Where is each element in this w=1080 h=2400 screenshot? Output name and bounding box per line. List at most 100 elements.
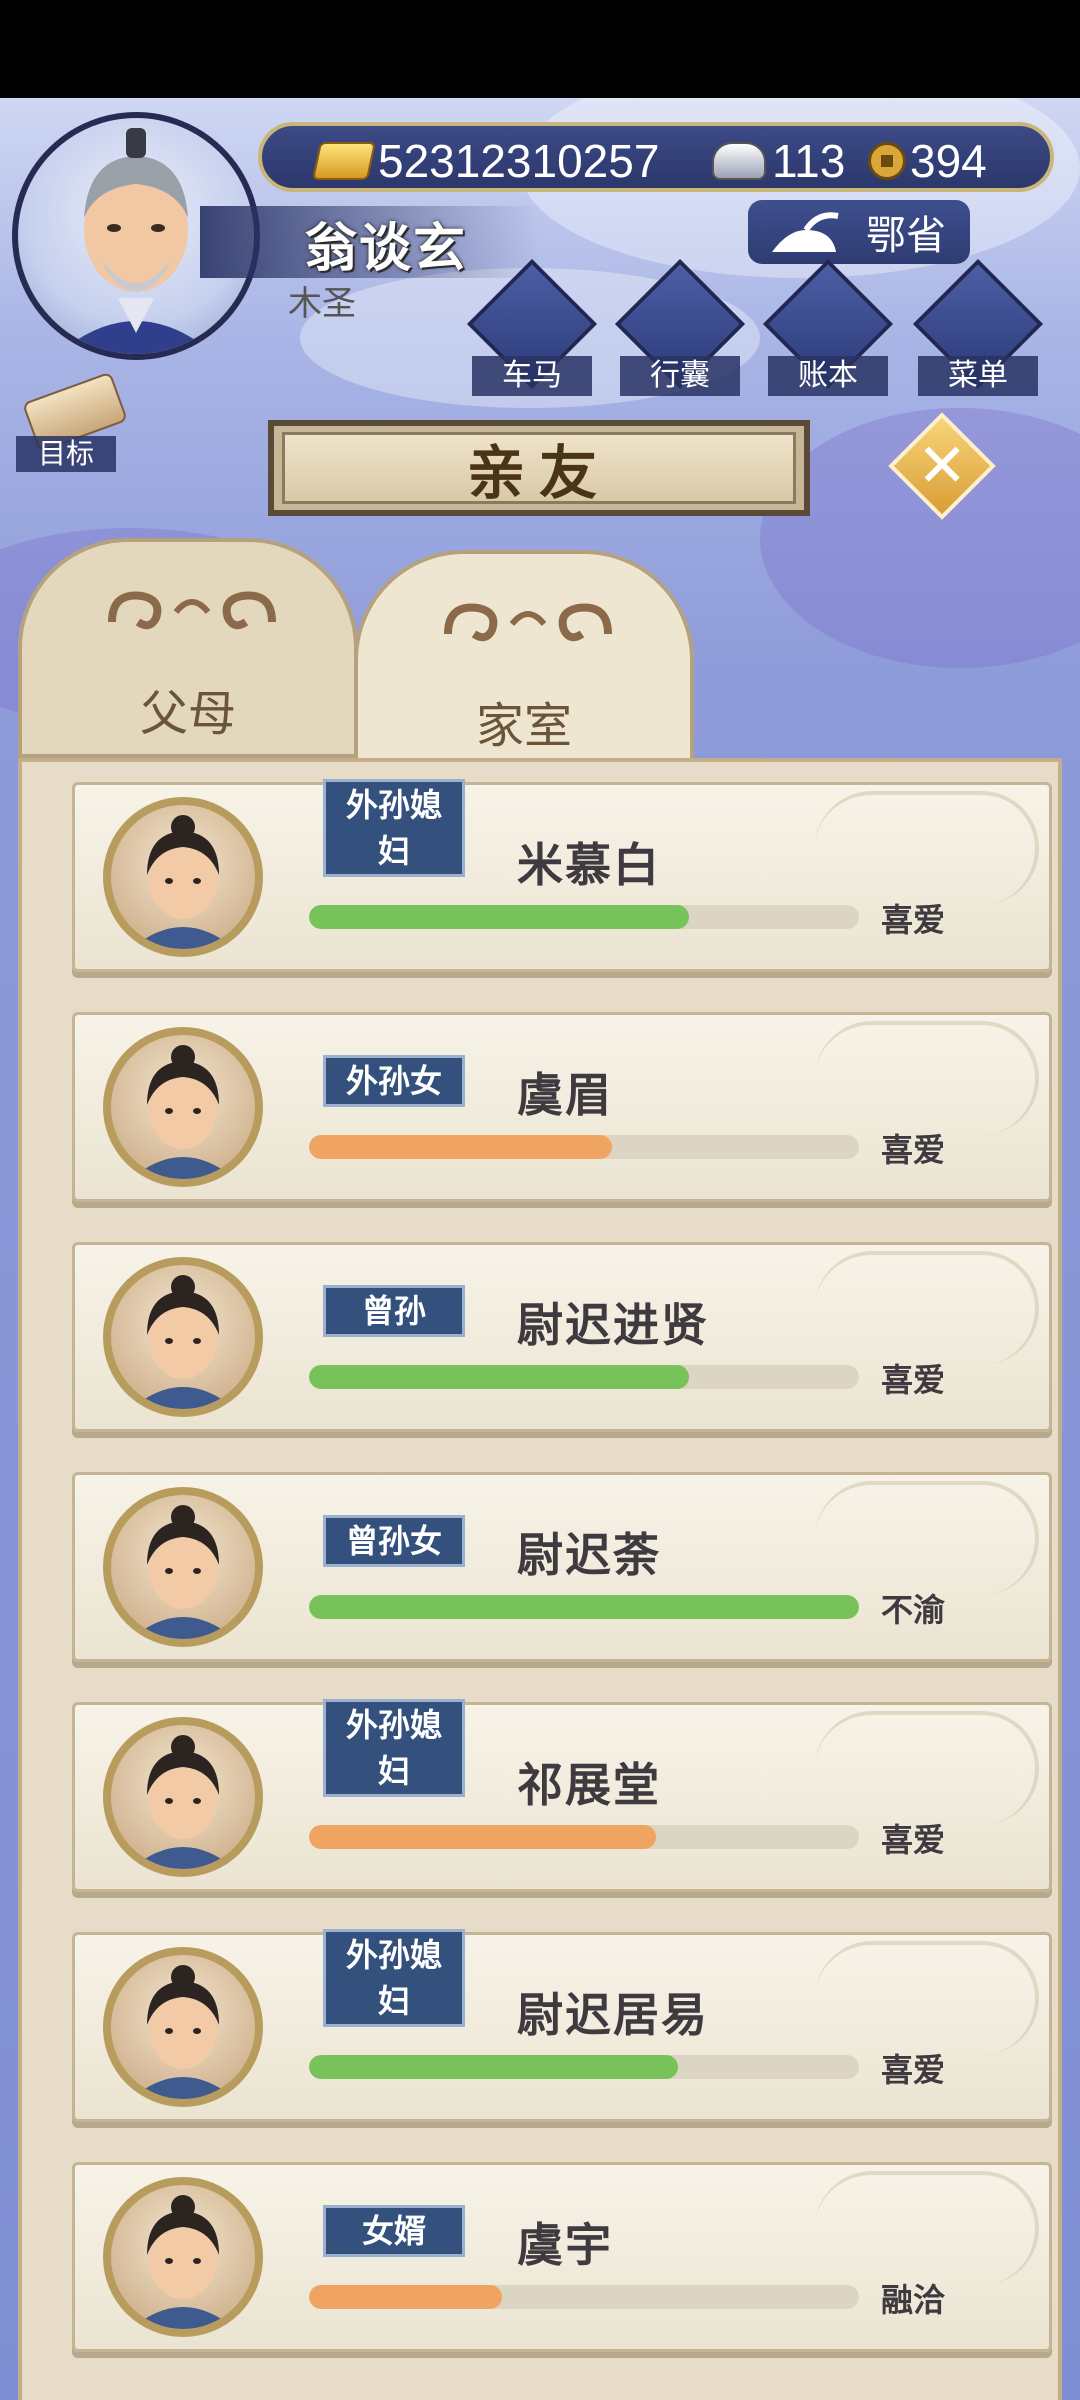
- affection-fill: [309, 1365, 689, 1389]
- relation-text: 外孙女: [345, 1062, 442, 1100]
- affection-bar: [309, 1825, 859, 1849]
- relative-card[interactable]: 女婿 虞宇融洽: [72, 2162, 1052, 2352]
- relative-card[interactable]: 外孙媳妇尉迟居易 喜爱: [72, 1929, 1052, 2122]
- affection-bar: [309, 1365, 859, 1389]
- gold-amount: 52312310257: [378, 135, 660, 187]
- affection-status: 喜爱: [881, 901, 946, 939]
- wave-decoration: [815, 1021, 1039, 1135]
- affection-status: 喜爱: [881, 1131, 946, 1169]
- affection-bar: [309, 2285, 859, 2309]
- relative-name: 尉迟居易: [517, 1988, 709, 2042]
- location-button[interactable]: 鄂省: [748, 200, 970, 264]
- relation-badge: 外孙媳妇: [323, 1699, 465, 1797]
- gold-ingot-icon: [311, 142, 377, 180]
- coin-amount: 394: [910, 135, 987, 187]
- gold-resource[interactable]: 52312310257: [311, 134, 660, 188]
- affection-bar: [309, 1595, 859, 1619]
- wave-decoration: [815, 2171, 1039, 2285]
- relation-text: 女婿: [361, 2212, 426, 2250]
- menu-more-label: 菜单: [918, 356, 1038, 396]
- relation-badge: 曾孙: [323, 1285, 465, 1337]
- silver-ingot-icon: [712, 142, 766, 180]
- coin-resource[interactable]: 394: [868, 134, 987, 188]
- relative-card[interactable]: 曾孙 尉迟进贤 喜爱: [72, 1242, 1052, 1432]
- relation-text: 妇: [377, 1752, 410, 1790]
- relatives-panel: 外孙媳妇米慕白 喜爱 外孙女 虞眉 喜爱 曾孙 尉迟进贤 喜爱 曾孙女 尉迟荼 不渝 外孙媳妇祁展堂喜…: [18, 758, 1062, 2400]
- cloud-ornament-icon: [108, 591, 276, 630]
- relative-avatar[interactable]: [103, 1027, 263, 1187]
- affection-status: 融洽: [881, 2281, 946, 2319]
- menu-ledger-button[interactable]: 账本: [762, 258, 894, 400]
- relative-name: 尉迟荼: [517, 1528, 661, 1582]
- affection-bar: [309, 905, 859, 929]
- location-label: 鄂省: [866, 213, 946, 259]
- relative-avatar[interactable]: [103, 1947, 263, 2107]
- close-icon: ✕: [916, 431, 968, 501]
- affection-status: 喜爱: [881, 1821, 946, 1859]
- tab-parents-label: 父母: [139, 686, 236, 742]
- affection-bar: [309, 2055, 859, 2079]
- title-plaque: 亲友: [268, 420, 810, 516]
- relation-badge: 外孙媳妇: [323, 1929, 465, 2027]
- relation-text: 曾孙女: [345, 1522, 442, 1560]
- page-title: 亲友: [466, 439, 611, 507]
- relation-text: 外孙媳: [345, 1936, 442, 1974]
- relative-card[interactable]: 曾孙女 尉迟荼不渝: [72, 1472, 1052, 1662]
- silver-amount: 113: [772, 135, 846, 187]
- relation-badge: 外孙媳妇: [323, 779, 465, 877]
- relative-avatar[interactable]: [103, 1717, 263, 1877]
- affection-fill: [309, 1825, 656, 1849]
- menu-more-button[interactable]: 菜单: [912, 258, 1044, 400]
- iron-icon: [772, 212, 839, 252]
- cloud-ornament-icon: [444, 603, 612, 642]
- wave-decoration: [815, 791, 1039, 905]
- relation-text: 妇: [377, 1982, 410, 2020]
- relative-name: 米慕白: [517, 838, 661, 892]
- tab-parents[interactable]: 父母: [18, 538, 358, 758]
- affection-status: 不渝: [881, 1591, 946, 1629]
- affection-fill: [309, 1595, 859, 1619]
- relation-text: 外孙媳: [345, 1706, 442, 1744]
- affection-fill: [309, 2055, 678, 2079]
- game-scene: 52312310257 113 394 翁谈玄 木圣 鄂省 车马 行囊 账本 菜…: [0, 98, 1080, 2400]
- relative-name: 虞眉: [517, 1068, 613, 1122]
- relative-name: 祁展堂: [517, 1758, 661, 1812]
- relative-avatar[interactable]: [103, 2177, 263, 2337]
- relation-text: 外孙媳: [345, 786, 442, 824]
- affection-status: 喜爱: [881, 1361, 946, 1399]
- goal-label: 目标: [16, 436, 116, 472]
- relative-avatar[interactable]: [103, 1487, 263, 1647]
- menu-bag-label: 行囊: [620, 356, 740, 396]
- relative-name: 虞宇: [517, 2218, 613, 2272]
- wave-decoration: [815, 1481, 1039, 1595]
- relative-avatar[interactable]: [103, 797, 263, 957]
- silver-resource[interactable]: 113: [712, 134, 845, 188]
- resource-bar: 52312310257 113 394: [258, 122, 1054, 192]
- relation-text: 曾孙: [361, 1292, 426, 1330]
- affection-fill: [309, 1135, 612, 1159]
- relation-badge: 外孙女: [323, 1055, 465, 1107]
- menu-bag-button[interactable]: 行囊: [614, 258, 746, 400]
- player-title: 木圣: [288, 284, 356, 324]
- menu-ledger-label: 账本: [768, 356, 888, 396]
- relation-badge: 女婿: [323, 2205, 465, 2257]
- tab-household-label: 家室: [475, 698, 572, 754]
- status-bar: [0, 0, 1080, 98]
- player-name: 翁谈玄: [305, 219, 468, 279]
- wave-decoration: [815, 1941, 1039, 2055]
- relative-card[interactable]: 外孙媳妇米慕白 喜爱: [72, 779, 1052, 972]
- wave-decoration: [815, 1711, 1039, 1825]
- relative-card[interactable]: 外孙媳妇祁展堂 喜爱: [72, 1699, 1052, 1892]
- affection-status: 喜爱: [881, 2051, 946, 2089]
- relation-badge: 曾孙女: [323, 1515, 465, 1567]
- menu-carriage-button[interactable]: 车马: [466, 258, 598, 400]
- relative-card[interactable]: 外孙女 虞眉喜爱: [72, 1012, 1052, 1202]
- affection-fill: [309, 905, 689, 929]
- relative-avatar[interactable]: [103, 1257, 263, 1417]
- wave-decoration: [815, 1251, 1039, 1365]
- tab-household[interactable]: 家室: [354, 550, 694, 770]
- goal-button[interactable]: 目标: [16, 371, 129, 478]
- menu-carriage-label: 车马: [472, 356, 592, 396]
- affection-bar: [309, 1135, 859, 1159]
- relation-text: 妇: [377, 832, 410, 870]
